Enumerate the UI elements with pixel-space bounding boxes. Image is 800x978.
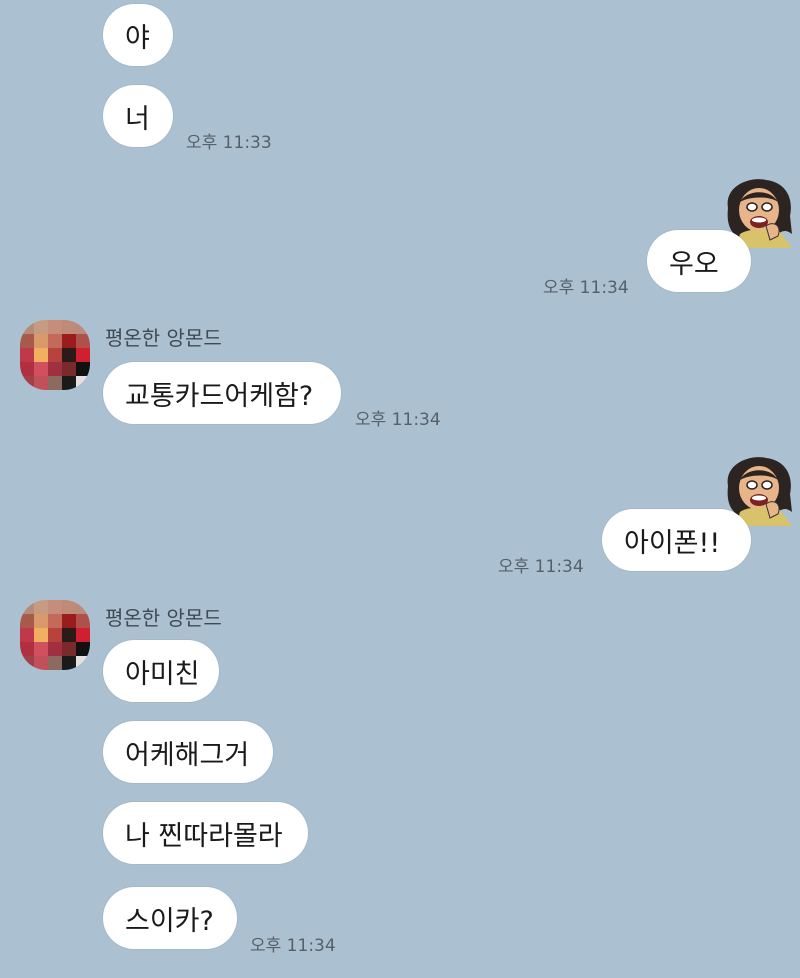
message-timestamp: 오후 11:34 bbox=[543, 278, 629, 298]
message-text: 스이카? bbox=[125, 905, 214, 937]
message-bubble[interactable]: 우오 bbox=[647, 230, 751, 292]
message-timestamp: 오후 11:34 bbox=[355, 410, 441, 430]
message-text: 교통카드어케함? bbox=[125, 380, 314, 412]
message-text: 우오 bbox=[669, 248, 719, 280]
message-text: 나 찐따라몰라 bbox=[125, 820, 283, 852]
message-bubble[interactable]: 나 찐따라몰라 bbox=[103, 802, 308, 864]
message-text: 너 bbox=[125, 103, 150, 135]
message-timestamp: 오후 11:34 bbox=[250, 936, 336, 956]
message-text: 어케해그거 bbox=[125, 739, 250, 771]
sender-avatar-icon[interactable] bbox=[20, 600, 90, 670]
message-bubble[interactable]: 교통카드어케함? bbox=[103, 362, 341, 424]
message-bubble[interactable]: 스이카? bbox=[103, 887, 237, 949]
message-text: 야 bbox=[125, 22, 150, 54]
sender-name: 평온한 앙몬드 bbox=[105, 326, 222, 350]
message-text: 아미친 bbox=[125, 658, 200, 690]
message-timestamp: 오후 11:33 bbox=[186, 133, 272, 153]
message-timestamp: 오후 11:34 bbox=[498, 557, 584, 577]
message-bubble[interactable]: 아이폰!! bbox=[602, 509, 751, 571]
message-bubble[interactable]: 너 bbox=[103, 85, 173, 147]
sender-avatar-icon[interactable] bbox=[20, 320, 90, 390]
message-text: 아이폰!! bbox=[624, 527, 721, 559]
message-bubble[interactable]: 아미친 bbox=[103, 640, 219, 702]
message-bubble[interactable]: 어케해그거 bbox=[103, 721, 273, 783]
sender-name: 평온한 앙몬드 bbox=[105, 606, 222, 630]
message-bubble[interactable]: 야 bbox=[103, 4, 173, 66]
